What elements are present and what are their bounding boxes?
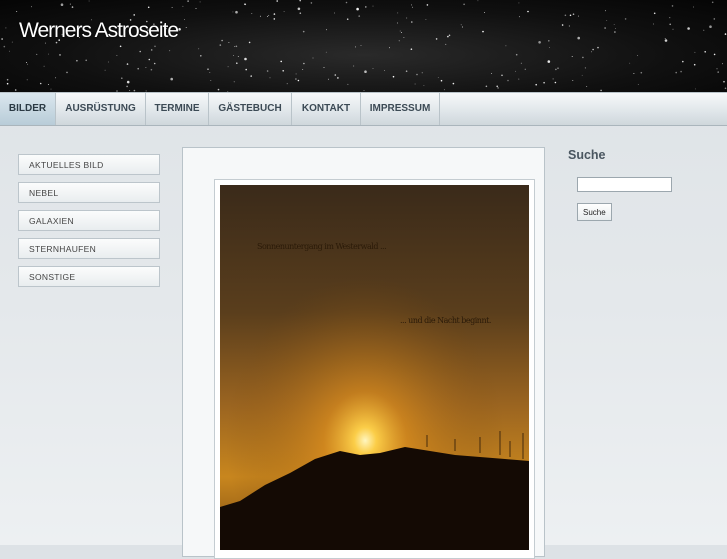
nav-item-ausruestung[interactable]: AUSRÜSTUNG — [56, 93, 146, 125]
sidebar-item-sternhaufen[interactable]: STERNHAUFEN — [18, 238, 160, 259]
nav-item-termine[interactable]: TERMINE — [146, 93, 209, 125]
site-title[interactable]: Werners Astroseite — [19, 19, 179, 43]
photo-caption-2: ... und die Nacht beginnt. — [400, 316, 491, 325]
nav-item-gaestebuch[interactable]: GÄSTEBUCH — [209, 93, 292, 125]
site-header: Werners Astroseite — [0, 0, 727, 92]
search-button[interactable]: Suche — [577, 203, 612, 221]
sunset-photo[interactable]: Sonnenuntergang im Westerwald ... ... un… — [220, 185, 529, 550]
starfield-background — [1, 0, 727, 92]
sidebar-item-galaxien[interactable]: GALAXIEN — [18, 210, 160, 231]
search-heading: Suche — [568, 148, 606, 162]
sidebar-item-aktuelles-bild[interactable]: AKTUELLES BILD — [18, 154, 160, 175]
photo-caption-1: Sonnenuntergang im Westerwald ... — [257, 242, 387, 251]
main-navigation: BILDER AUSRÜSTUNG TERMINE GÄSTEBUCH KONT… — [0, 92, 727, 126]
nav-item-bilder[interactable]: BILDER — [0, 93, 56, 125]
sidebar-item-sonstige[interactable]: SONSTIGE — [18, 266, 160, 287]
search-input[interactable] — [577, 177, 672, 192]
sunset-image — [220, 185, 529, 550]
nav-item-impressum[interactable]: IMPRESSUM — [361, 93, 440, 125]
nav-item-kontakt[interactable]: KONTAKT — [292, 93, 361, 125]
sidebar-item-nebel[interactable]: NEBEL — [18, 182, 160, 203]
